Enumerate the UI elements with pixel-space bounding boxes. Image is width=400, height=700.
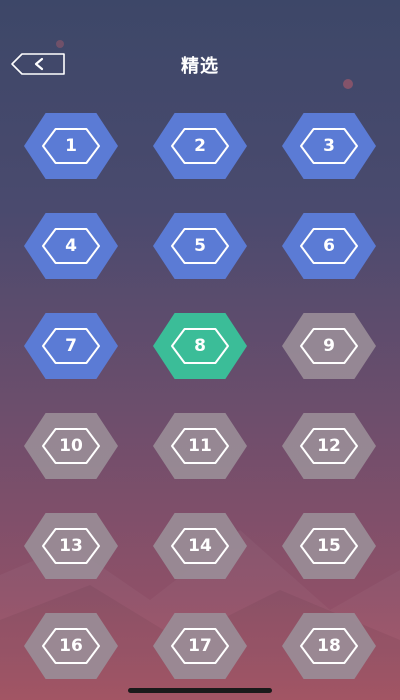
level-button-3[interactable]: 3 xyxy=(282,113,376,179)
level-number: 13 xyxy=(59,536,83,556)
level-button-15[interactable]: 15 xyxy=(282,513,376,579)
level-button-1[interactable]: 1 xyxy=(24,113,118,179)
level-number: 11 xyxy=(188,436,212,456)
level-button-17[interactable]: 17 xyxy=(153,613,247,679)
level-number: 9 xyxy=(323,336,335,356)
level-number: 1 xyxy=(65,136,77,156)
level-number: 18 xyxy=(317,636,341,656)
level-button-11[interactable]: 11 xyxy=(153,413,247,479)
level-number: 15 xyxy=(317,536,341,556)
level-button-6[interactable]: 6 xyxy=(282,213,376,279)
level-button-5[interactable]: 5 xyxy=(153,213,247,279)
level-number: 3 xyxy=(323,136,335,156)
level-button-8[interactable]: 8 xyxy=(153,313,247,379)
level-number: 5 xyxy=(194,236,206,256)
level-button-7[interactable]: 7 xyxy=(24,313,118,379)
level-number: 6 xyxy=(323,236,335,256)
level-button-10[interactable]: 10 xyxy=(24,413,118,479)
level-number: 7 xyxy=(65,336,77,356)
level-button-16[interactable]: 16 xyxy=(24,613,118,679)
level-button-4[interactable]: 4 xyxy=(24,213,118,279)
level-number: 8 xyxy=(194,336,206,356)
level-button-9[interactable]: 9 xyxy=(282,313,376,379)
level-button-13[interactable]: 13 xyxy=(24,513,118,579)
level-number: 16 xyxy=(59,636,83,656)
level-number: 2 xyxy=(194,136,206,156)
level-grid: 1 2 3 4 5 6 7 8 9 10 11 12 13 14 15 16 17 18 xyxy=(0,0,400,700)
level-number: 12 xyxy=(317,436,341,456)
level-button-18[interactable]: 18 xyxy=(282,613,376,679)
level-number: 10 xyxy=(59,436,83,456)
level-number: 14 xyxy=(188,536,212,556)
level-button-2[interactable]: 2 xyxy=(153,113,247,179)
level-button-14[interactable]: 14 xyxy=(153,513,247,579)
level-button-12[interactable]: 12 xyxy=(282,413,376,479)
home-indicator xyxy=(128,688,272,693)
level-number: 17 xyxy=(188,636,212,656)
level-number: 4 xyxy=(65,236,77,256)
